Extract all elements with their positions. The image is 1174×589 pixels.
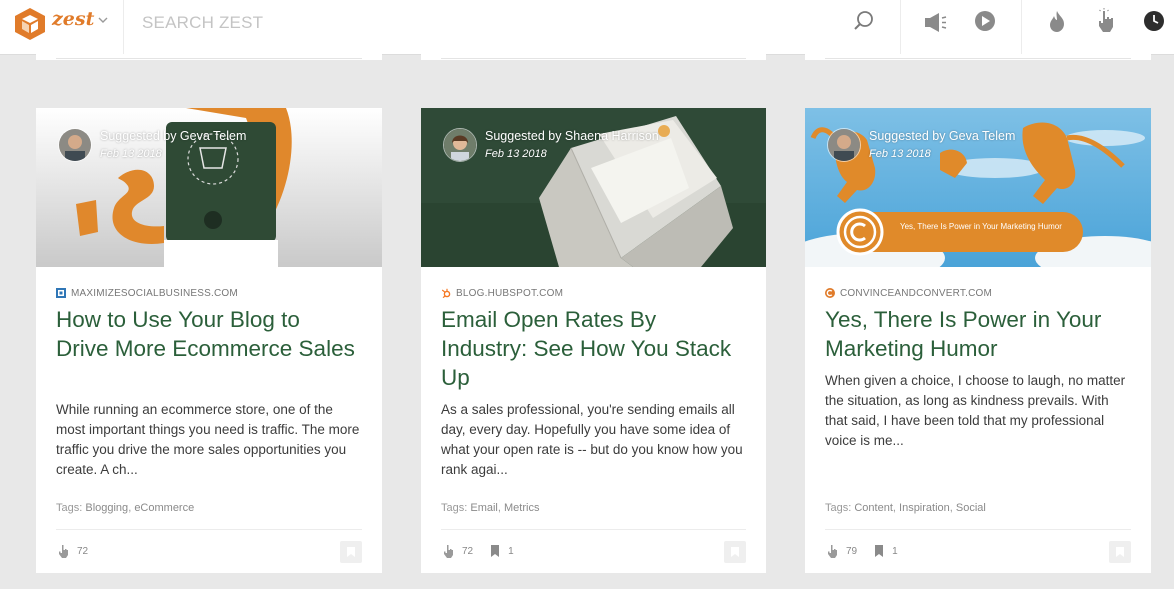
clock-icon[interactable] bbox=[1141, 8, 1167, 34]
post-date: Feb 13 2018 bbox=[100, 148, 162, 160]
convinceandconvert-favicon-icon bbox=[825, 288, 835, 298]
search-icon[interactable] bbox=[851, 8, 877, 34]
tag-link[interactable]: Email bbox=[470, 502, 498, 514]
article-source[interactable]: BLOG.HUBSPOT.COM bbox=[441, 286, 563, 300]
search-input[interactable] bbox=[140, 10, 744, 36]
tag-link[interactable]: Metrics bbox=[504, 502, 539, 514]
top-bar: zest bbox=[0, 0, 1174, 55]
save-button[interactable] bbox=[1109, 541, 1131, 563]
suggested-by[interactable]: Suggested by Geva Telem bbox=[869, 129, 1015, 143]
like-count: 72 bbox=[462, 545, 474, 557]
post-date: Feb 13 2018 bbox=[485, 148, 547, 160]
article-excerpt: As a sales professional, you're sending … bbox=[441, 402, 743, 477]
divider bbox=[441, 529, 746, 530]
megaphone-icon[interactable] bbox=[922, 9, 948, 35]
divider bbox=[123, 0, 124, 54]
tags-label: Tags: bbox=[56, 502, 83, 514]
tag-list: Tags: Blogging, eCommerce bbox=[56, 502, 195, 514]
tag-link[interactable]: Content bbox=[854, 502, 893, 514]
tags-label: Tags: bbox=[441, 502, 468, 514]
article-card[interactable]: Suggested by Geva Telem Feb 13 2018 MAXI… bbox=[36, 108, 382, 573]
source-domain[interactable]: BLOG.HUBSPOT.COM bbox=[456, 288, 563, 299]
divider bbox=[900, 0, 901, 54]
card-image[interactable]: Suggested by Geva Telem Feb 13 2018 bbox=[36, 108, 382, 267]
tag-link[interactable]: eCommerce bbox=[134, 502, 194, 514]
tag-list: Tags: Email, Metrics bbox=[441, 502, 540, 514]
tag-link[interactable]: Blogging bbox=[85, 502, 128, 514]
article-card[interactable]: Suggested by Shaena Harrison Feb 13 2018… bbox=[421, 108, 766, 573]
bookmark-icon bbox=[731, 547, 739, 557]
brand-name[interactable]: zest bbox=[52, 8, 94, 30]
source-domain[interactable]: CONVINCEANDCONVERT.COM bbox=[840, 288, 992, 299]
article-excerpt: When given a choice, I choose to laugh, … bbox=[825, 373, 1126, 448]
card-image[interactable]: Yes, There Is Power in Your Marketing Hu… bbox=[805, 108, 1151, 267]
post-date: Feb 13 2018 bbox=[869, 148, 931, 160]
like-count: 79 bbox=[846, 545, 858, 557]
save-button[interactable] bbox=[724, 541, 746, 563]
source-domain[interactable]: MAXIMIZESOCIALBUSINESS.COM bbox=[71, 288, 238, 299]
previous-card-stub bbox=[421, 54, 766, 60]
fire-icon[interactable] bbox=[1044, 8, 1070, 34]
source-favicon-icon bbox=[56, 288, 66, 298]
play-icon[interactable] bbox=[972, 8, 998, 34]
suggested-by[interactable]: Suggested by Geva Telem bbox=[100, 129, 246, 143]
save-count: 1 bbox=[508, 545, 514, 557]
article-excerpt: While running an ecommerce store, one of… bbox=[56, 402, 360, 477]
bookmark-icon[interactable] bbox=[487, 543, 503, 559]
hand-pointer-icon[interactable] bbox=[825, 543, 841, 559]
avatar[interactable] bbox=[827, 128, 861, 162]
bookmark-icon bbox=[347, 547, 355, 557]
hand-pointer-icon[interactable] bbox=[441, 543, 457, 559]
article-card[interactable]: Yes, There Is Power in Your Marketing Hu… bbox=[805, 108, 1151, 573]
tag-list: Tags: Content, Inspiration, Social bbox=[825, 502, 986, 514]
tag-link[interactable]: Inspiration bbox=[899, 502, 950, 514]
card-footer: 79 1 bbox=[825, 542, 912, 560]
previous-card-stub bbox=[805, 54, 1151, 60]
like-count: 72 bbox=[77, 545, 89, 557]
suggested-by[interactable]: Suggested by Shaena Harrison bbox=[485, 129, 659, 143]
chevron-down-icon[interactable] bbox=[97, 14, 109, 26]
card-image[interactable]: Suggested by Shaena Harrison Feb 13 2018 bbox=[421, 108, 766, 267]
image-caption: Yes, There Is Power in Your Marketing Hu… bbox=[900, 222, 1062, 231]
article-title[interactable]: Email Open Rates By Industry: See How Yo… bbox=[441, 305, 741, 392]
hand-pointer-icon[interactable] bbox=[56, 543, 72, 559]
save-count: 1 bbox=[892, 545, 898, 557]
tags-label: Tags: bbox=[825, 502, 852, 514]
bookmark-icon bbox=[1116, 547, 1124, 557]
hand-pointer-icon[interactable] bbox=[1093, 7, 1119, 33]
divider bbox=[825, 529, 1131, 530]
divider bbox=[56, 529, 362, 530]
card-footer: 72 bbox=[56, 542, 102, 560]
divider bbox=[1021, 0, 1022, 54]
article-source[interactable]: CONVINCEANDCONVERT.COM bbox=[825, 286, 992, 300]
bookmark-icon[interactable] bbox=[871, 543, 887, 559]
article-source[interactable]: MAXIMIZESOCIALBUSINESS.COM bbox=[56, 286, 238, 300]
article-title[interactable]: How to Use Your Blog to Drive More Ecomm… bbox=[56, 305, 356, 363]
zest-logo-icon[interactable] bbox=[12, 6, 48, 42]
avatar[interactable] bbox=[443, 128, 477, 162]
article-title[interactable]: Yes, There Is Power in Your Marketing Hu… bbox=[825, 305, 1125, 363]
hubspot-favicon-icon bbox=[441, 288, 451, 298]
previous-card-stub bbox=[36, 54, 382, 60]
avatar[interactable] bbox=[58, 128, 92, 162]
card-footer: 72 1 bbox=[441, 542, 528, 560]
save-button[interactable] bbox=[340, 541, 362, 563]
tag-link[interactable]: Social bbox=[956, 502, 986, 514]
